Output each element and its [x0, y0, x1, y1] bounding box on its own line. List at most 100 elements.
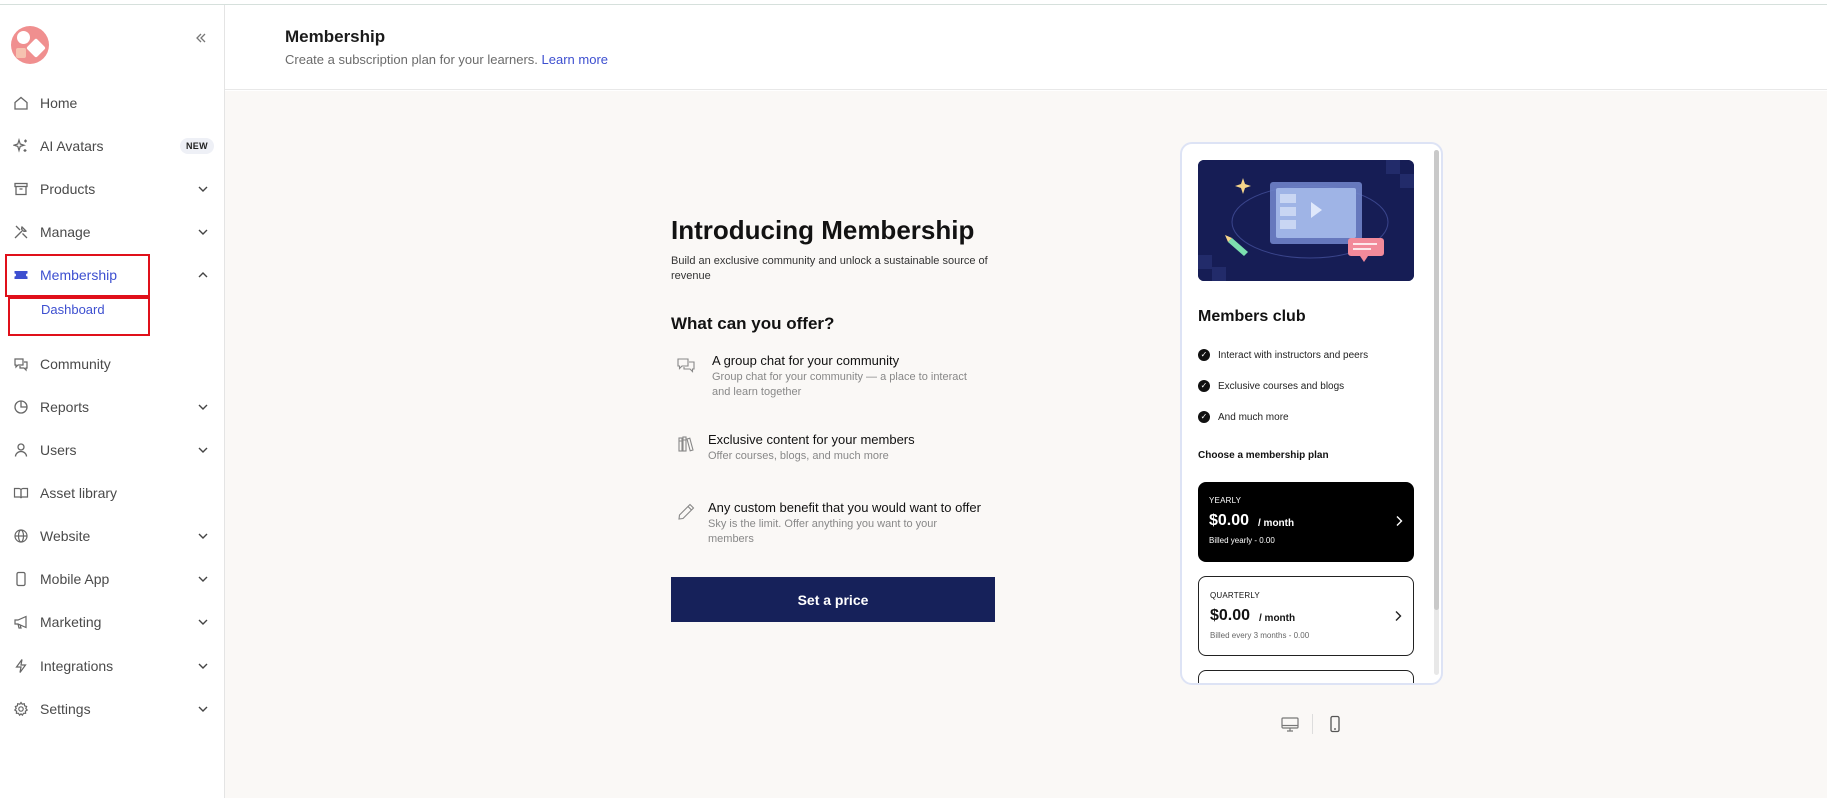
new-badge: NEW [180, 138, 214, 154]
chevron-down-icon [196, 182, 210, 196]
sidebar-item-label: Products [40, 181, 96, 197]
sidebar-item-website[interactable]: Website [0, 516, 224, 556]
megaphone-icon [12, 613, 30, 631]
gear-icon [12, 700, 30, 718]
page-subtitle-text: Create a subscription plan for your lear… [285, 52, 538, 67]
preview-view-toggle [1280, 714, 1345, 734]
perk-label: Exclusive courses and blogs [1218, 380, 1345, 392]
sidebar-item-integrations[interactable]: Integrations [0, 646, 224, 686]
page-subtitle: Create a subscription plan for your lear… [285, 52, 608, 67]
set-price-button[interactable]: Set a price [671, 577, 995, 622]
sidebar: Home AI Avatars NEW Products Manage Memb… [0, 5, 225, 798]
chevron-down-icon [196, 702, 210, 716]
membership-preview-card: Members club ✓ Interact with instructors… [1180, 142, 1443, 685]
plan-period: / month [1259, 613, 1296, 624]
feature-item: A group chat for your community Group ch… [671, 353, 1011, 398]
page-header: Membership Create a subscription plan fo… [225, 5, 1827, 90]
feature-description: Offer courses, blogs, and much more [708, 450, 889, 462]
pencil-icon [676, 502, 696, 522]
toggle-divider [1312, 714, 1313, 734]
double-chevron-left-icon[interactable] [191, 30, 211, 50]
plan-billing: Billed yearly - 0.00 [1209, 536, 1275, 545]
page-title: Membership [285, 27, 386, 46]
offer-title: What can you offer? [671, 314, 835, 333]
book-icon [12, 484, 30, 502]
sidebar-item-manage[interactable]: Manage [0, 212, 224, 252]
sidebar-item-settings[interactable]: Settings [0, 689, 224, 729]
perk-label: Interact with instructors and peers [1218, 349, 1369, 361]
intro-title: Introducing Membership [671, 215, 975, 245]
pie-chart-icon [12, 398, 30, 416]
chevron-right-icon [1393, 609, 1403, 625]
sidebar-item-ai-avatars[interactable]: AI Avatars NEW [0, 126, 224, 166]
sidebar-item-marketing[interactable]: Marketing [0, 602, 224, 642]
perk-item: ✓ Interact with instructors and peers [1198, 349, 1368, 361]
globe-icon [12, 527, 30, 545]
plan-period: / month [1258, 518, 1295, 529]
main-content: Introducing Membership Build an exclusiv… [225, 91, 1827, 798]
mobile-icon[interactable] [1325, 714, 1345, 734]
intro-description: Build an exclusive community and unlock … [671, 255, 988, 282]
perk-label: And much more [1218, 411, 1289, 423]
chevron-down-icon [196, 659, 210, 673]
sidebar-item-label: Integrations [40, 658, 114, 674]
perk-item: ✓ And much more [1198, 411, 1289, 423]
chevron-down-icon [196, 572, 210, 586]
feature-description: Group chat for your community — a place … [712, 371, 967, 398]
sidebar-item-asset-library[interactable]: Asset library [0, 473, 224, 513]
user-icon [12, 441, 30, 459]
sidebar-item-label: Asset library [40, 485, 118, 501]
sidebar-item-label: Users [40, 442, 77, 458]
sidebar-item-users[interactable]: Users [0, 430, 224, 470]
plan-option-quarterly[interactable]: QUARTERLY $0.00 / month Billed every 3 m… [1198, 576, 1414, 656]
highlight-box-dashboard [8, 297, 150, 336]
desktop-icon[interactable] [1280, 714, 1300, 734]
check-circle-icon: ✓ [1198, 411, 1210, 423]
sidebar-item-label: Manage [40, 224, 91, 240]
sidebar-item-label: Marketing [40, 614, 102, 630]
app-logo[interactable] [11, 26, 49, 64]
preview-scrollbar-thumb[interactable] [1434, 150, 1439, 610]
chat-bubbles-icon [12, 355, 30, 373]
chat-bubbles-icon [676, 355, 696, 375]
sidebar-item-label: Website [40, 528, 91, 544]
check-circle-icon: ✓ [1198, 380, 1210, 392]
chevron-right-icon [1394, 514, 1404, 530]
books-icon [676, 434, 696, 454]
sidebar-item-products[interactable]: Products [0, 169, 224, 209]
phone-icon [12, 570, 30, 588]
sidebar-item-label: Reports [40, 399, 90, 415]
members-club-title: Members club [1198, 308, 1306, 325]
plan-option-yearly[interactable]: YEARLY $0.00 / month Billed yearly - 0.0… [1198, 482, 1414, 562]
feature-item: Exclusive content for your members Offer… [671, 432, 1011, 462]
feature-description: Sky is the limit. Offer anything you wan… [708, 518, 938, 545]
sidebar-item-reports[interactable]: Reports [0, 387, 224, 427]
highlight-box-membership [5, 254, 150, 297]
choose-plan-label: Choose a membership plan [1198, 450, 1329, 461]
archive-box-icon [12, 180, 30, 198]
plan-price: $0.00 [1209, 512, 1250, 529]
plan-billing: Billed every 3 months - 0.00 [1210, 631, 1310, 640]
sidebar-item-mobile-app[interactable]: Mobile App [0, 559, 224, 599]
chevron-down-icon [196, 400, 210, 414]
sidebar-item-label: Home [40, 95, 78, 111]
plan-label: YEARLY [1209, 496, 1242, 505]
check-circle-icon: ✓ [1198, 349, 1210, 361]
sidebar-item-label: AI Avatars [40, 138, 104, 154]
chevron-up-icon [196, 268, 210, 282]
feature-title: Any custom benefit that you would want t… [708, 500, 981, 515]
members-club-banner-illustration [1198, 160, 1414, 281]
sidebar-item-community[interactable]: Community [0, 344, 224, 384]
chevron-down-icon [196, 529, 210, 543]
chevron-down-icon [196, 443, 210, 457]
home-icon [12, 94, 30, 112]
plan-label: QUARTERLY [1210, 591, 1260, 600]
sidebar-item-label: Settings [40, 701, 91, 717]
sidebar-item-home[interactable]: Home [0, 83, 224, 123]
chevron-down-icon [196, 615, 210, 629]
sidebar-item-label: Mobile App [40, 571, 110, 587]
learn-more-link[interactable]: Learn more [542, 52, 608, 67]
sparkle-icon [12, 137, 30, 155]
plan-option-partial[interactable] [1198, 670, 1414, 683]
tools-icon [12, 223, 30, 241]
